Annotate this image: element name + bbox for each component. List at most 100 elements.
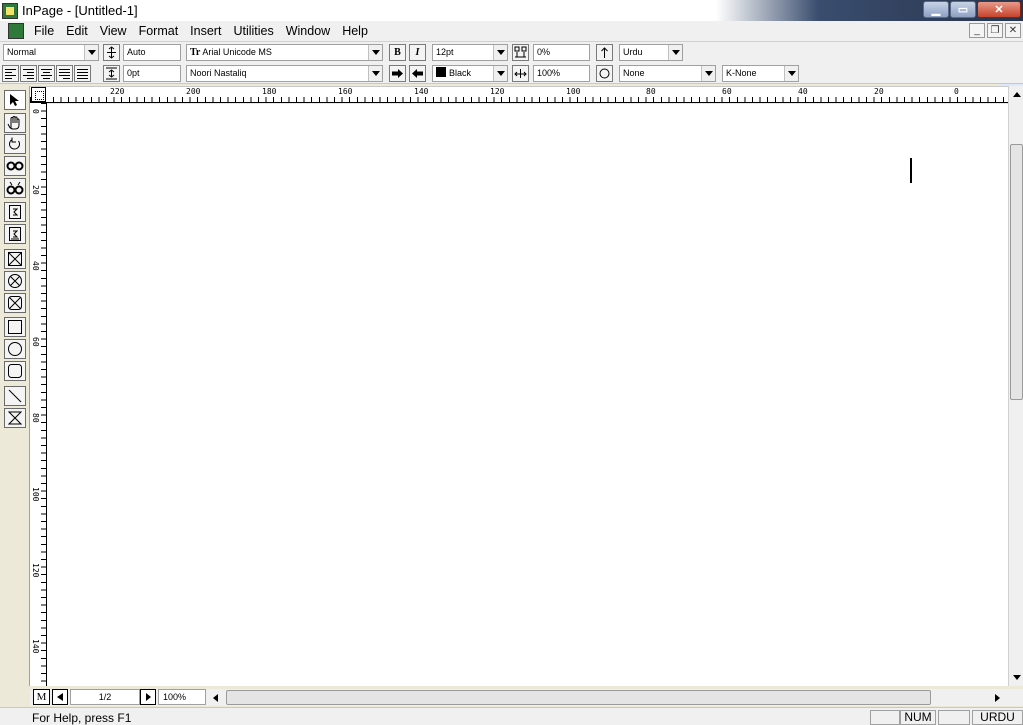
urdu-font-value: Noori Nastaliq (190, 68, 247, 78)
text-direction-rtl-icon[interactable] (389, 65, 406, 82)
menu-window[interactable]: Window (280, 22, 336, 41)
tracking-field[interactable]: 0% (533, 44, 590, 61)
document-canvas[interactable] (47, 104, 1008, 686)
document-icon[interactable] (8, 23, 24, 39)
app-icon[interactable] (2, 2, 18, 19)
scroll-left-button[interactable] (208, 689, 223, 706)
arrow-up-icon (1012, 92, 1021, 97)
vertical-scroll-thumb[interactable] (1010, 144, 1023, 400)
text-box-tool[interactable] (4, 202, 26, 222)
oval-picture-box-tool[interactable] (4, 271, 26, 291)
page-number-field[interactable]: 1/2 (70, 689, 140, 705)
vertical-ruler[interactable]: 0 20 40 60 80 100 120 140 (30, 103, 47, 686)
unlink-tool[interactable] (4, 178, 26, 198)
ruler-label: 100 (566, 87, 581, 96)
color-select[interactable]: Black (432, 65, 508, 82)
align-left-button[interactable] (2, 65, 19, 82)
bold-button[interactable]: B (389, 44, 406, 61)
ruler-label: 140 (31, 639, 40, 654)
menu-view[interactable]: View (94, 22, 133, 41)
rounded-picture-box-tool[interactable] (4, 293, 26, 313)
ruler-label: 80 (646, 87, 656, 96)
line-tool[interactable] (4, 386, 26, 406)
ruler-label: 40 (798, 87, 808, 96)
scroll-right-button[interactable] (990, 689, 1005, 706)
num-lock-indicator: NUM (900, 710, 936, 725)
text-direction-ltr-icon[interactable] (409, 65, 426, 82)
horizontal-ruler[interactable]: 220 200 180 160 140 120 100 80 60 40 20 … (30, 86, 1008, 103)
ruler-label: 220 (110, 87, 125, 96)
format-toolbar-bottom: 0pt Noori Nastaliq Black 100% None K-Non… (0, 63, 1023, 84)
justify-button[interactable] (56, 65, 73, 82)
tracking-icon[interactable] (512, 44, 529, 61)
link-tool[interactable] (4, 156, 26, 176)
document-window-controls: _ ❐ ✕ (969, 23, 1021, 38)
ruler-label: 120 (31, 563, 40, 578)
master-page-button[interactable]: M (33, 689, 50, 705)
align-right-button[interactable] (20, 65, 37, 82)
status-bar: For Help, press F1 NUM URDU (0, 707, 1023, 725)
scroll-up-button[interactable] (1009, 86, 1023, 103)
page-navigation-bar: M 1/2 100% (30, 689, 1023, 706)
rotate-tool[interactable] (4, 134, 26, 154)
italic-button[interactable]: I (409, 44, 426, 61)
minimize-button[interactable]: ▁ (923, 1, 949, 18)
ruler-label: 180 (262, 87, 277, 96)
orthogonal-line-tool[interactable] (4, 408, 26, 428)
horizontal-scale-icon[interactable] (512, 65, 529, 82)
indent-icon[interactable] (103, 65, 120, 82)
english-font-select[interactable]: Tr Arial Unicode MS (186, 44, 383, 61)
style-select[interactable]: Normal (3, 44, 99, 61)
font-size-select[interactable]: 12pt (432, 44, 508, 61)
ruler-label: 0 (954, 87, 959, 96)
zoom-field[interactable]: 100% (158, 689, 206, 705)
indent-field[interactable]: 0pt (123, 65, 181, 82)
text-box-linked-tool[interactable] (4, 224, 26, 244)
language-select[interactable]: Urdu (619, 44, 683, 61)
ruler-ticks (30, 97, 1008, 102)
ruler-label: 40 (31, 261, 40, 271)
menu-file[interactable]: File (28, 22, 60, 41)
chevron-down-icon (668, 45, 682, 60)
oval-tool[interactable] (4, 339, 26, 359)
horizontal-scroll-thumb[interactable] (226, 690, 931, 705)
rectangle-tool[interactable] (4, 317, 26, 337)
shade-select[interactable]: None (619, 65, 716, 82)
leading-icon[interactable] (103, 44, 120, 61)
leading-field[interactable]: Auto (123, 44, 181, 61)
doc-close-button[interactable]: ✕ (1005, 23, 1021, 38)
maximize-button[interactable]: ▭ (950, 1, 976, 18)
previous-page-button[interactable] (52, 689, 68, 705)
scroll-down-button[interactable] (1009, 669, 1023, 686)
urdu-font-select[interactable]: Noori Nastaliq (186, 65, 383, 82)
kerning-select[interactable]: K-None (722, 65, 799, 82)
next-page-button[interactable] (140, 689, 156, 705)
scale-field[interactable]: 100% (533, 65, 590, 82)
pointer-tool[interactable] (4, 90, 26, 110)
doc-restore-button[interactable]: ❐ (987, 23, 1003, 38)
vertical-scrollbar[interactable] (1008, 86, 1023, 686)
ruler-origin[interactable] (31, 87, 46, 102)
close-button[interactable]: ✕ (977, 1, 1021, 18)
arrow-right-icon (995, 693, 1000, 702)
rounded-rectangle-tool[interactable] (4, 361, 26, 381)
align-center-button[interactable] (38, 65, 55, 82)
menu-format[interactable]: Format (133, 22, 185, 41)
ruler-label: 80 (31, 413, 40, 423)
justify-all-button[interactable] (74, 65, 91, 82)
menu-bar: File Edit View Format Insert Utilities W… (0, 21, 1023, 42)
chevron-down-icon (701, 66, 715, 81)
menu-insert[interactable]: Insert (184, 22, 227, 41)
tool-palette (0, 86, 30, 686)
hand-tool[interactable] (4, 113, 26, 133)
language-indicator: URDU (972, 710, 1023, 725)
menu-utilities[interactable]: Utilities (227, 22, 279, 41)
menu-help[interactable]: Help (336, 22, 374, 41)
menu-edit[interactable]: Edit (60, 22, 94, 41)
doc-minimize-button[interactable]: _ (969, 23, 985, 38)
baseline-shift-icon[interactable] (596, 44, 613, 61)
chevron-down-icon (84, 45, 98, 60)
rect-picture-box-tool[interactable] (4, 249, 26, 269)
shade-icon[interactable] (596, 65, 613, 82)
truetype-icon: Tr (190, 47, 201, 58)
